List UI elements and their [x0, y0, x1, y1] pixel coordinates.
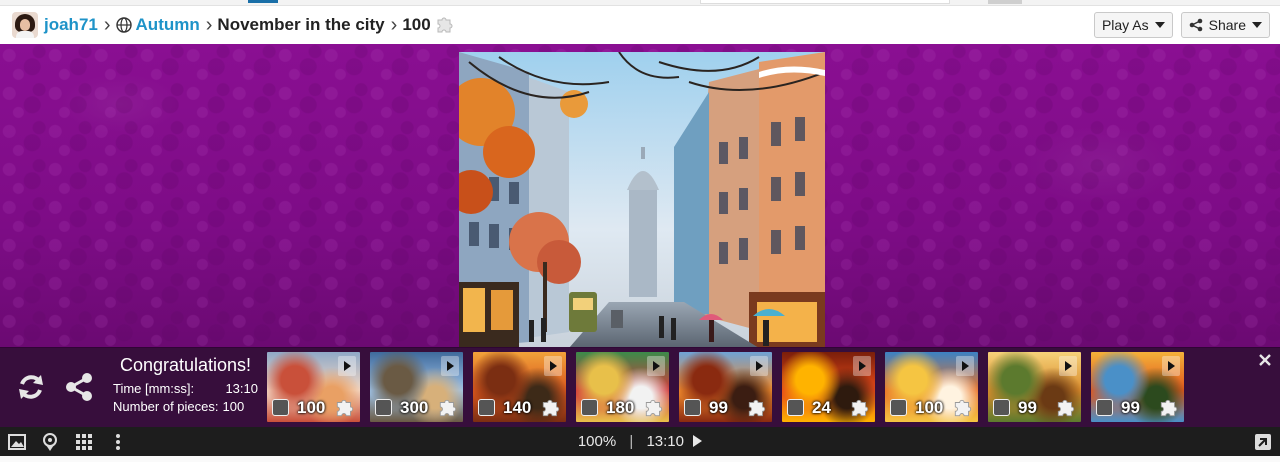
puzzle-piece-icon: [336, 399, 354, 417]
author-avatar: [375, 399, 392, 416]
breadcrumb-separator-icon: ›: [103, 14, 111, 36]
time-label: Time [mm:ss]:: [113, 381, 195, 396]
breadcrumb: joah71 › Autumn › November in the city ›…: [0, 6, 455, 44]
puzzle-piece-icon: [1057, 399, 1075, 417]
suggested-puzzle-thumbnail[interactable]: 100: [267, 352, 360, 422]
timer: 13:10: [646, 433, 684, 450]
author-avatar: [1096, 399, 1113, 416]
suggested-piece-count: 99: [1121, 398, 1140, 417]
suggested-puzzle-thumbnail[interactable]: 99: [679, 352, 772, 422]
play-as-button[interactable]: Play As: [1093, 12, 1173, 38]
completion-summary: Congratulations! Time [mm:ss]: 13:10 Num…: [113, 355, 273, 414]
puzzle-piece-icon: [748, 399, 766, 417]
close-icon[interactable]: [1258, 353, 1272, 367]
breadcrumb-separator-icon: ›: [390, 14, 398, 36]
congratulations-heading: Congratulations!: [119, 355, 252, 375]
fullscreen-icon[interactable]: [1253, 432, 1273, 452]
completed-puzzle-image: [459, 52, 825, 348]
time-row: Time [mm:ss]: 13:10: [113, 381, 258, 396]
suggested-piece-count: 300: [400, 398, 429, 417]
suggested-puzzle-thumbnail[interactable]: 99: [988, 352, 1081, 422]
status-divider: |: [629, 433, 634, 450]
share-icon: [1189, 18, 1202, 32]
author-avatar: [478, 399, 495, 416]
puzzle-piece-icon: [439, 399, 457, 417]
play-icon[interactable]: [441, 356, 459, 376]
share-icon[interactable]: [61, 369, 97, 405]
share-label: Share: [1208, 17, 1246, 33]
breadcrumb-separator-icon: ›: [205, 14, 213, 36]
pieces-row: Number of pieces: 100: [113, 399, 258, 414]
puzzle-piece-icon: [954, 399, 972, 417]
footer-strip: [0, 456, 1280, 462]
user-avatar[interactable]: [12, 12, 38, 38]
play-icon[interactable]: [544, 356, 562, 376]
puzzle-header: joah71 › Autumn › November in the city ›…: [0, 6, 1280, 44]
browser-tab: [988, 0, 1022, 4]
suggested-puzzle-thumbnail[interactable]: 140: [473, 352, 566, 422]
browser-tab-indicator: [248, 0, 278, 3]
suggested-puzzle-thumbnail[interactable]: 180: [576, 352, 669, 422]
completion-panel: Congratulations! Time [mm:ss]: 13:10 Num…: [0, 347, 1280, 427]
author-avatar: [890, 399, 907, 416]
time-value: 13:10: [225, 381, 258, 396]
puzzle-piece-icon: [542, 399, 560, 417]
breadcrumb-category-link[interactable]: Autumn: [136, 15, 200, 35]
suggested-puzzle-thumbnail[interactable]: 99: [1091, 352, 1184, 422]
breadcrumb-piece-count: 100: [402, 15, 431, 34]
puzzle-board[interactable]: [0, 44, 1280, 348]
play-icon[interactable]: [956, 356, 974, 376]
suggested-puzzles: 100 300 140 180 99 24 100 99 99: [267, 352, 1184, 422]
play-icon[interactable]: [1059, 356, 1077, 376]
play-as-label: Play As: [1101, 17, 1149, 33]
play-icon[interactable]: [693, 435, 703, 447]
suggested-piece-count: 99: [709, 398, 728, 417]
refresh-icon[interactable]: [13, 369, 49, 405]
play-icon[interactable]: [1162, 356, 1180, 376]
pieces-label: Number of pieces:: [113, 399, 219, 414]
author-avatar: [787, 399, 804, 416]
zoom-level[interactable]: 100%: [578, 433, 616, 450]
caret-down-icon: [1252, 22, 1262, 28]
browser-address-bar: [700, 0, 950, 4]
breadcrumb-user-link[interactable]: joah71: [44, 15, 98, 35]
suggested-piece-count: 24: [812, 398, 831, 417]
puzzle-piece-icon: [1160, 399, 1178, 417]
author-avatar: [272, 399, 289, 416]
play-icon[interactable]: [338, 356, 356, 376]
puzzle-toolbar: 100% | 13:10: [0, 427, 1280, 456]
status-readout: 100% | 13:10: [0, 433, 1280, 450]
puzzle-piece-icon: [437, 17, 453, 33]
suggested-puzzle-thumbnail[interactable]: 100: [885, 352, 978, 422]
globe-icon: [115, 17, 132, 33]
play-icon[interactable]: [647, 356, 665, 376]
suggested-piece-count: 100: [297, 398, 326, 417]
play-icon[interactable]: [750, 356, 768, 376]
suggested-piece-count: 180: [606, 398, 635, 417]
puzzle-piece-icon: [851, 399, 869, 417]
suggested-piece-count: 100: [915, 398, 944, 417]
caret-down-icon: [1154, 22, 1165, 28]
suggested-puzzle-thumbnail[interactable]: 24: [782, 352, 875, 422]
author-avatar: [581, 399, 598, 416]
suggested-puzzle-thumbnail[interactable]: 300: [370, 352, 463, 422]
play-icon[interactable]: [853, 356, 871, 376]
author-avatar: [993, 399, 1010, 416]
suggested-piece-count: 140: [503, 398, 532, 417]
suggested-piece-count: 99: [1018, 398, 1037, 417]
breadcrumb-puzzle-title: November in the city: [217, 15, 385, 34]
share-button[interactable]: Share: [1180, 12, 1270, 38]
author-avatar: [684, 399, 701, 416]
pieces-value: 100: [222, 399, 245, 414]
puzzle-piece-icon: [645, 399, 663, 417]
